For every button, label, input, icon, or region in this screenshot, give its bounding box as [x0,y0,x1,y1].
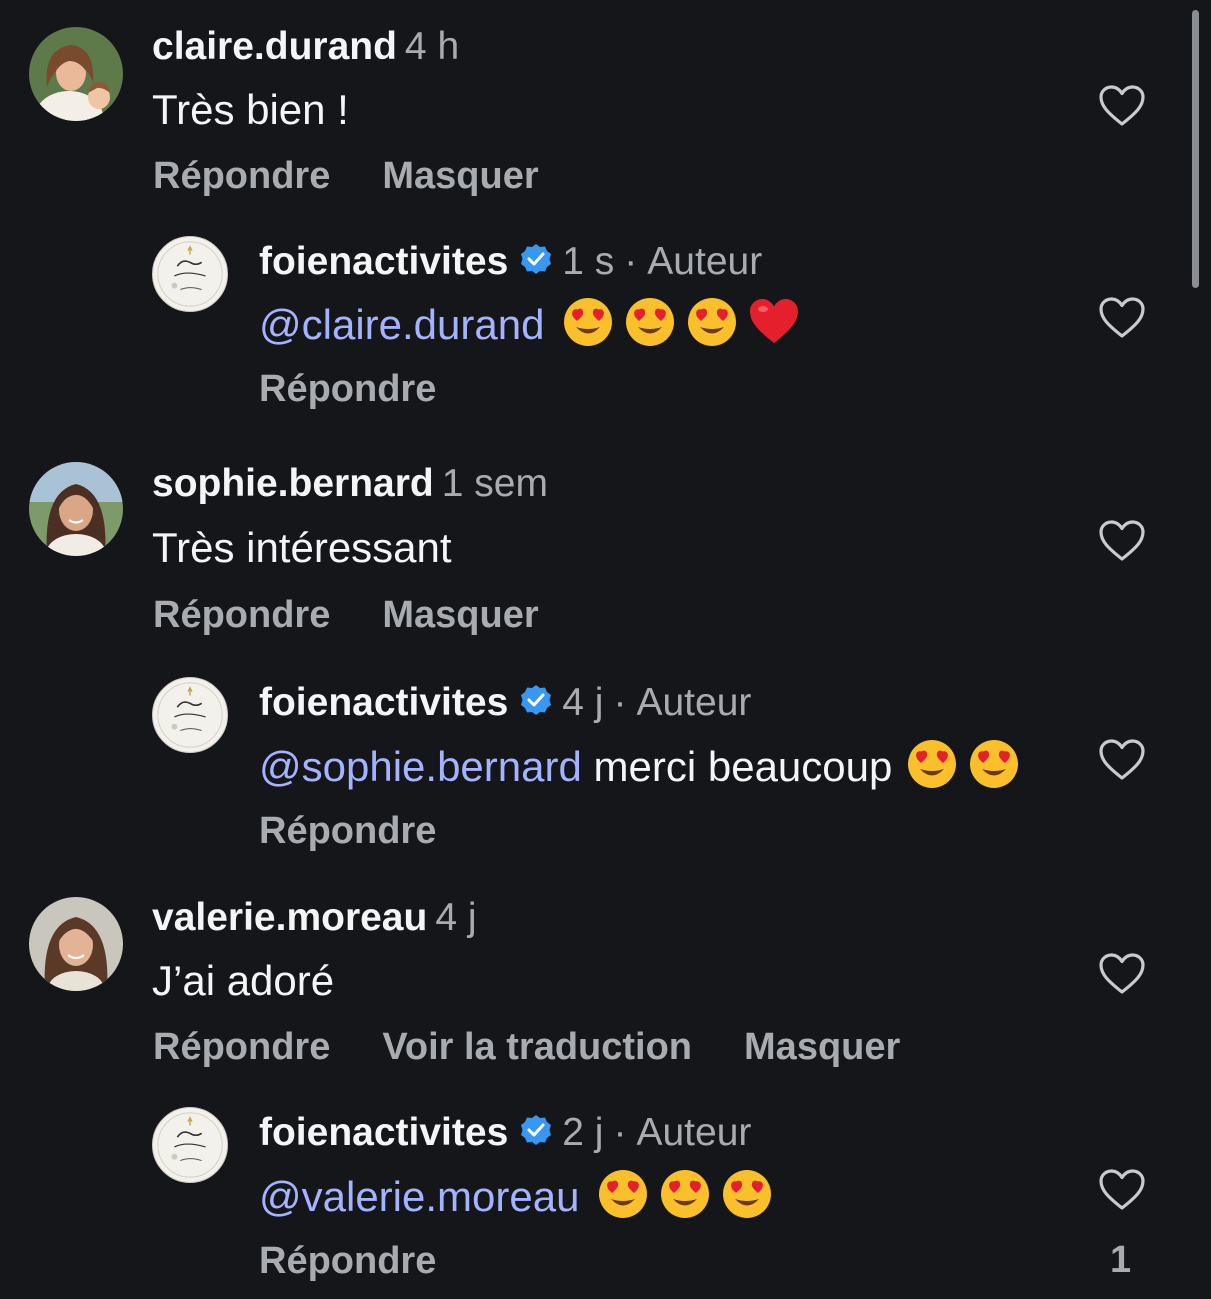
heart-eyes-emoji-icon [906,738,958,790]
reply-button[interactable]: Répondre [153,155,330,197]
like-button[interactable] [1098,519,1146,563]
mention-link[interactable]: @claire.durand [259,301,544,348]
comment-time: 4 h [404,25,460,68]
foi-logo-avatar-image [153,1108,227,1182]
comment-text: Très intéressant [152,524,452,571]
avatar[interactable] [29,462,123,556]
reply-button[interactable]: Répondre [259,368,436,410]
woman-with-child-avatar-image [29,27,123,121]
comment-time: 2 j [562,1111,604,1154]
foi-logo-avatar-image [153,237,227,311]
heart-outline-icon [1099,953,1145,994]
comment-username[interactable]: claire.durand [152,25,397,68]
heart-outline-icon [1099,85,1145,126]
reply-button[interactable]: Répondre [153,594,330,636]
separator-dot: · [624,240,638,283]
heart-eyes-emoji-icon [686,296,738,348]
scrollbar[interactable] [1192,10,1199,288]
verified-badge-icon [518,683,554,719]
comment-text: merci beaucoup [593,743,893,790]
heart-eyes-emoji-icon [624,296,676,348]
reply-button[interactable]: Répondre [259,810,436,852]
heart-eyes-emoji-icon [968,738,1020,790]
comment-username[interactable]: foienactivites [259,681,508,724]
heart-outline-icon [1099,297,1145,338]
mention-link[interactable]: @sophie.bernard [259,743,582,790]
hide-button[interactable]: Masquer [744,1026,900,1068]
comment-username[interactable]: foienactivites [259,1111,508,1154]
comment-text: J’ai adoré [152,957,335,1004]
like-button[interactable] [1098,952,1146,996]
like-button[interactable] [1098,84,1146,128]
heart-eyes-emoji-icon [721,1168,773,1220]
verified-badge-icon [518,242,554,278]
comment-time: 1 s [562,240,615,283]
heart-eyes-emoji-icon [562,296,614,348]
avatar[interactable] [29,897,123,991]
author-label: Auteur [636,1111,752,1154]
comments-panel: claire.durand 4 h Très bien ! Répondre Mas… [0,0,1211,1299]
heart-outline-icon [1099,1169,1145,1210]
like-count[interactable]: 1 [1110,1239,1131,1282]
woman-avatar-image [29,897,123,991]
comment-time: 4 j [435,896,477,939]
verified-badge-icon [518,1113,554,1149]
reply-button[interactable]: Répondre [153,1026,330,1068]
avatar[interactable] [29,27,123,121]
heart-outline-icon [1099,520,1145,561]
comment-time: 1 sem [441,462,548,505]
like-button[interactable] [1098,296,1146,340]
red-heart-emoji-icon [748,296,800,348]
foi-logo-avatar-image [153,678,227,752]
hide-button[interactable]: Masquer [382,155,538,197]
separator-dot: · [613,681,627,724]
hide-button[interactable]: Masquer [382,594,538,636]
heart-outline-icon [1099,739,1145,780]
like-button[interactable] [1098,1168,1146,1212]
avatar[interactable] [152,677,228,753]
woman-avatar-image [29,462,123,556]
heart-eyes-emoji-icon [597,1168,649,1220]
author-label: Auteur [647,240,763,283]
see-translation-button[interactable]: Voir la traduction [382,1026,692,1068]
heart-eyes-emoji-icon [659,1168,711,1220]
author-label: Auteur [636,681,752,724]
comment-time: 4 j [562,681,604,724]
mention-link[interactable]: @valerie.moreau [259,1173,579,1220]
comment-username[interactable]: sophie.bernard [152,462,434,505]
avatar[interactable] [152,236,228,312]
comment-text: Très bien ! [152,86,349,133]
comment-username[interactable]: foienactivites [259,240,508,283]
like-button[interactable] [1098,738,1146,782]
reply-button[interactable]: Répondre [259,1240,436,1282]
comment-username[interactable]: valerie.moreau [152,896,427,939]
avatar[interactable] [152,1107,228,1183]
separator-dot: · [613,1111,627,1154]
